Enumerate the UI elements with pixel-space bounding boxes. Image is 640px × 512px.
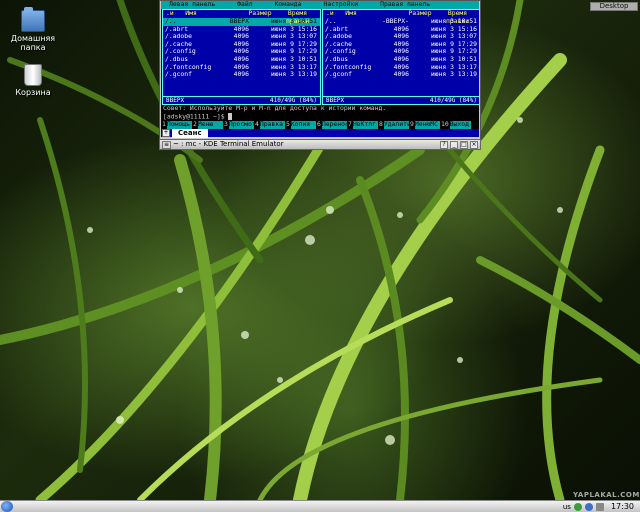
right-panel-footer: ВВЕРХ 410/49G (84%) (323, 96, 479, 104)
file-name: /.dbus (165, 55, 189, 63)
left-col-name[interactable]: Имя (185, 9, 197, 17)
trash-label: Корзина (15, 88, 51, 97)
file-name: /.dbus (325, 55, 349, 63)
mc-menubar: Левая панель Файл Команда Настройки Прав… (161, 1, 479, 9)
right-panel[interactable]: .и Имя Размер Время правки /.. -ВВЕРХ-июн… (322, 9, 479, 105)
menu-left-panel[interactable]: Левая панель (169, 1, 215, 9)
left-panel-footer: ВВЕРХ 410/49G (84%) (163, 96, 320, 104)
file-modified-time: июня 3 13:19 (430, 70, 477, 79)
left-panel[interactable]: .и Имя Размер Время правки /.. ВВЕРХ июня … (162, 9, 321, 105)
window-menu-icon[interactable]: ≡ (162, 140, 171, 149)
home-folder-icon (21, 7, 45, 32)
file-name: /.gconf (165, 71, 192, 79)
clock[interactable]: 17:30 (611, 502, 634, 511)
new-session-icon[interactable]: + (162, 129, 170, 137)
close-icon[interactable]: × (470, 140, 478, 149)
text-cursor (228, 113, 233, 120)
file-name: /.cache (325, 40, 352, 48)
file-name: /.fontconfig (325, 63, 372, 71)
menu-settings[interactable]: Настройки (324, 1, 359, 9)
file-name: /.adobe (165, 33, 192, 41)
left-footer-disk: 410/49G (84%) (270, 97, 317, 104)
file-name: /.abrt (325, 25, 349, 33)
system-tray: us 17:30 (563, 502, 640, 511)
menu-command[interactable]: Команда (275, 1, 302, 9)
trash-icon (24, 64, 42, 86)
file-size: 4096 (233, 70, 249, 79)
file-modified-time: июня 3 13:19 (270, 70, 317, 79)
menu-right-panel[interactable]: Правая панель (380, 1, 430, 9)
left-sort-indicator[interactable]: .и (166, 9, 174, 17)
keyboard-layout[interactable]: us (563, 503, 571, 511)
maximize-icon[interactable]: □ (460, 140, 468, 149)
terminal-titlebar[interactable]: ≡ ~ : mc - KDE Terminal Emulator ? _ □ × (159, 139, 481, 150)
session-tab[interactable]: Сеанс (172, 128, 208, 138)
window-title: ~ : mc - KDE Terminal Emulator (173, 140, 284, 148)
terminal-window: Левая панель Файл Команда Настройки Прав… (159, 0, 481, 150)
session-tab-bar: + Сеанс (160, 128, 480, 138)
volume-icon[interactable] (595, 502, 604, 511)
file-name: /.gconf (325, 71, 352, 79)
help-icon[interactable]: ? (440, 140, 448, 149)
taskbar: us 17:30 (0, 500, 640, 512)
home-folder-desktop-icon[interactable]: Домашняя папка (3, 7, 63, 52)
right-footer-disk: 410/49G (84%) (430, 97, 477, 104)
watermark: YAPLAKAL.COM (573, 491, 640, 499)
minimize-icon[interactable]: _ (450, 140, 458, 149)
home-folder-label-2: папка (20, 43, 46, 52)
file-name: /.. (325, 18, 337, 25)
right-col-name[interactable]: Имя (345, 9, 357, 17)
network-icon[interactable] (573, 502, 582, 511)
kde-menu-icon[interactable] (1, 501, 13, 512)
trash-desktop-icon[interactable]: Корзина (3, 64, 63, 97)
file-name: /.config (165, 48, 196, 56)
show-desktop-button[interactable]: Desktop (590, 2, 638, 11)
file-name: /.fontconfig (165, 63, 212, 71)
updates-icon[interactable] (584, 502, 593, 511)
file-name: /.config (325, 48, 356, 56)
home-folder-label-1: Домашняя (10, 34, 56, 43)
menu-file[interactable]: Файл (237, 1, 252, 9)
file-size: 4096 (393, 70, 409, 79)
file-row[interactable]: /.gconf 4096 июня 3 13:19 (163, 71, 320, 79)
file-row[interactable]: /.gconf 4096 июня 3 13:19 (323, 71, 479, 79)
right-sort-indicator[interactable]: .и (326, 9, 334, 17)
file-name: /.. (165, 18, 177, 25)
file-name: /.cache (165, 40, 192, 48)
file-name: /.abrt (165, 25, 189, 33)
right-footer-status: ВВЕРХ (326, 97, 345, 104)
left-footer-status: ВВЕРХ (166, 97, 185, 104)
midnight-commander: Левая панель Файл Команда Настройки Прав… (161, 1, 479, 137)
file-name: /.adobe (325, 33, 352, 41)
